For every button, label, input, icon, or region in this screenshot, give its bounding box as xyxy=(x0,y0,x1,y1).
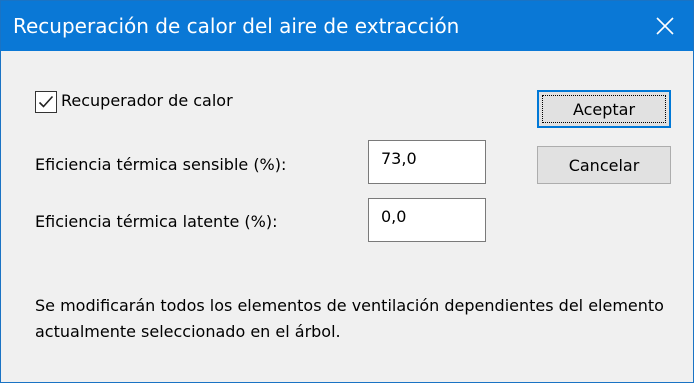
info-text: Se modificarán todos los elementos de ve… xyxy=(35,296,664,341)
cancel-button-label: Cancelar xyxy=(568,155,640,175)
latent-efficiency-input[interactable]: 0,0 xyxy=(368,198,486,242)
title-bar: Recuperación de calor del aire de extrac… xyxy=(1,1,693,51)
dialog-window: Recuperación de calor del aire de extrac… xyxy=(0,0,694,383)
heat-recovery-label[interactable]: Recuperador de calor xyxy=(61,91,233,110)
heat-recovery-checkbox[interactable] xyxy=(35,91,57,113)
latent-efficiency-label: Eficiencia térmica latente (%): xyxy=(35,212,278,231)
close-button[interactable] xyxy=(637,1,693,51)
dialog-title: Recuperación de calor del aire de extrac… xyxy=(13,14,460,38)
sensible-efficiency-label: Eficiencia térmica sensible (%): xyxy=(35,155,287,174)
close-icon xyxy=(656,17,674,35)
sensible-efficiency-input[interactable]: 73,0 xyxy=(368,140,486,184)
cancel-button[interactable]: Cancelar xyxy=(537,146,671,184)
ok-button[interactable]: Aceptar xyxy=(537,90,671,128)
focus-ring xyxy=(542,95,666,123)
checkmark-icon xyxy=(38,95,54,108)
